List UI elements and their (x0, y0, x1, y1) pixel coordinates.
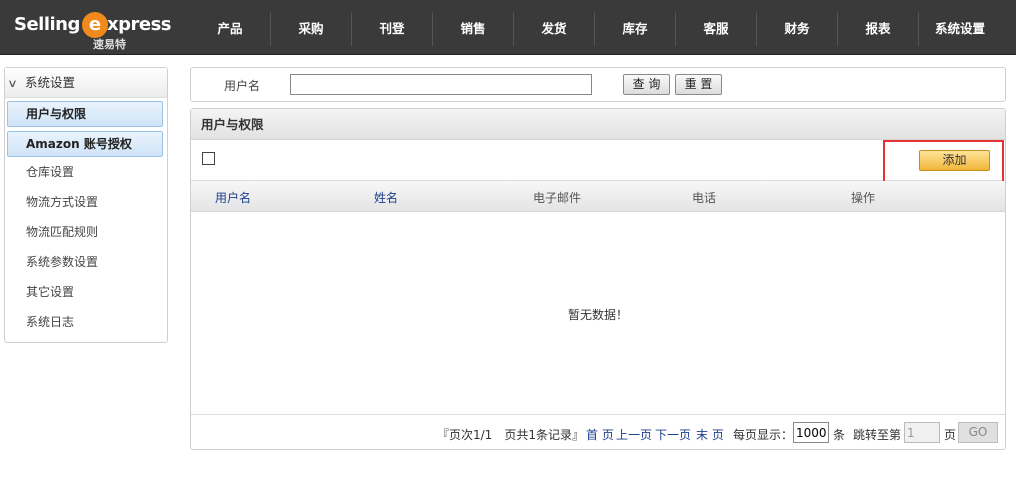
per-page-input[interactable] (793, 422, 829, 443)
query-button[interactable]: 查 询 (623, 74, 670, 95)
go-button[interactable]: GO (958, 422, 998, 443)
sidebar-item-other-settings[interactable]: 其它设置 (5, 277, 167, 307)
per-page-label: 每页显示： (733, 428, 794, 442)
next-page-link[interactable]: 下一页 (655, 426, 691, 443)
logo-word-selling: Selling (14, 14, 80, 35)
top-bar: Selling e xpress 速易特 产品 采购 刊登 销售 发货 库存 客… (0, 0, 1016, 55)
column-username[interactable]: 用户名 (215, 189, 251, 206)
prev-page-link[interactable]: 上一页 (616, 426, 652, 443)
sidebar-item-system-log[interactable]: 系统日志 (5, 307, 167, 337)
per-page-unit: 条 (833, 428, 846, 442)
sidebar-item-system-params[interactable]: 系统参数设置 (5, 247, 167, 277)
nav-reports[interactable]: 报表 (838, 12, 919, 46)
nav-shipping[interactable]: 发货 (514, 12, 595, 46)
column-email: 电子邮件 (533, 191, 582, 205)
select-all-checkbox[interactable] (202, 152, 215, 165)
logo-e-mark: e (82, 12, 108, 38)
username-search-input[interactable] (290, 74, 592, 95)
logo-word-xpress: xpress (107, 14, 172, 35)
column-name[interactable]: 姓名 (374, 189, 398, 206)
nav-purchase[interactable]: 采购 (271, 12, 352, 46)
sidebar-header-label: 系统设置 (24, 75, 75, 90)
chevron-down-icon: ∨ (7, 77, 18, 90)
nav-products[interactable]: 产品 (190, 12, 271, 46)
last-page-link[interactable]: 末 页 (696, 426, 724, 443)
users-panel: 用户与权限 添加 用户名 姓名 电子邮件 电话 操作 暂无数据！ 『页次1/1 … (190, 108, 1006, 450)
nav-inventory[interactable]: 库存 (595, 12, 676, 46)
table-header: 用户名 姓名 电子邮件 电话 操作 (191, 181, 1005, 212)
pagination: 『页次1/1 页共1条记录』 首 页 上一页 下一页 末 页 每页显示： 条 跳… (191, 414, 1005, 449)
column-phone: 电话 (692, 191, 717, 205)
first-page-link[interactable]: 首 页 (586, 426, 614, 443)
nav-system-settings[interactable]: 系统设置 (919, 12, 1001, 46)
reset-button[interactable]: 重 置 (675, 74, 722, 95)
search-panel: 用户名 查 询 重 置 (190, 67, 1006, 102)
sidebar-item-shipping-rules[interactable]: 物流匹配规则 (5, 217, 167, 247)
sidebar-item-amazon-auth[interactable]: Amazon 账号授权 (7, 131, 163, 157)
sidebar-item-shipping-methods[interactable]: 物流方式设置 (5, 187, 167, 217)
username-label: 用户名 (224, 79, 261, 93)
empty-state-message: 暂无数据！ (567, 308, 628, 322)
jump-page-input[interactable] (904, 422, 940, 443)
jump-label: 跳转至第 (853, 428, 902, 442)
jump-unit: 页 (944, 428, 957, 442)
logo-subtitle: 速易特 (93, 38, 126, 51)
panel-title: 用户与权限 (191, 109, 1005, 140)
nav-customer-service[interactable]: 客服 (676, 12, 757, 46)
nav-finance[interactable]: 财务 (757, 12, 838, 46)
main-nav: 产品 采购 刊登 销售 发货 库存 客服 财务 报表 系统设置 (190, 12, 1001, 46)
add-user-button[interactable]: 添加 (919, 150, 990, 171)
sidebar-item-users-permissions[interactable]: 用户与权限 (7, 101, 163, 127)
page-summary: 『页次1/1 页共1条记录』 (437, 428, 584, 442)
nav-sales[interactable]: 销售 (433, 12, 514, 46)
nav-listing[interactable]: 刊登 (352, 12, 433, 46)
sidebar-header[interactable]: ∨ 系统设置 (5, 68, 167, 98)
sidebar-item-warehouse[interactable]: 仓库设置 (5, 157, 167, 187)
column-actions: 操作 (851, 191, 876, 205)
selling-express-logo[interactable]: Selling e xpress 速易特 (14, 12, 172, 51)
panel-toolbar: 添加 (191, 140, 1005, 185)
sidebar: ∨ 系统设置 用户与权限 Amazon 账号授权 仓库设置 物流方式设置 物流匹… (4, 67, 168, 343)
